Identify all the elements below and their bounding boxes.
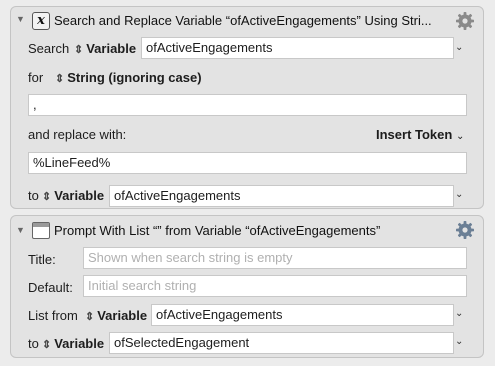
prompt-with-list-action: ▼ Prompt With List “” from Variable “ofA… — [10, 215, 484, 358]
chevron-down-icon: ⌄ — [455, 131, 465, 142]
updown-icon: ⇕ — [74, 44, 84, 56]
for-label: for — [28, 70, 44, 85]
title-label: Title: — [28, 252, 56, 267]
search-replace-action: ▼ x Search and Replace Variable “ofActiv… — [10, 6, 484, 209]
to-variable-field[interactable]: ofSelectedEngagement — [109, 332, 454, 354]
title-field[interactable]: Shown when search string is empty — [83, 247, 467, 269]
list-from-label: List from — [28, 308, 78, 323]
to-variable-field[interactable]: ofActiveEngagements — [109, 185, 454, 207]
search-label: Search — [28, 41, 70, 56]
to-type-popup[interactable]: ⇕ Variable — [42, 336, 104, 351]
default-label: Default: — [28, 280, 73, 295]
gear-icon[interactable] — [455, 11, 475, 31]
insert-token-menu[interactable]: Insert Token ⌄ — [376, 127, 464, 142]
default-field[interactable]: Initial search string — [83, 275, 467, 297]
chevron-down-icon[interactable]: ⌄ — [455, 42, 463, 53]
to-type-label: Variable — [54, 336, 105, 351]
for-mode-popup[interactable]: ⇕ String (ignoring case) — [55, 70, 202, 85]
search-string-field[interactable]: , — [28, 94, 467, 116]
window-icon — [32, 222, 50, 239]
disclosure-triangle-icon[interactable]: ▼ — [16, 14, 25, 24]
to-type-label: Variable — [54, 188, 105, 203]
list-from-variable-field[interactable]: ofActiveEngagements — [151, 304, 454, 326]
search-type-label: Variable — [86, 41, 137, 56]
gear-icon[interactable] — [455, 220, 475, 240]
updown-icon: ⇕ — [42, 339, 52, 351]
disclosure-triangle-icon[interactable]: ▼ — [16, 225, 25, 235]
search-variable-field[interactable]: ofActiveEngagements — [141, 37, 454, 59]
chevron-down-icon[interactable]: ⌄ — [455, 336, 463, 347]
action-title: Search and Replace Variable “ofActiveEng… — [54, 13, 432, 28]
to-type-popup[interactable]: ⇕ Variable — [42, 188, 104, 203]
to-label: to — [28, 336, 39, 351]
to-label: to — [28, 188, 39, 203]
insert-token-label: Insert Token — [376, 127, 453, 142]
updown-icon: ⇕ — [55, 73, 65, 85]
list-from-type-popup[interactable]: ⇕ Variable — [85, 308, 147, 323]
chevron-down-icon[interactable]: ⌄ — [455, 189, 463, 200]
search-type-popup[interactable]: ⇕ Variable — [74, 41, 136, 56]
updown-icon: ⇕ — [85, 311, 95, 323]
action-title: Prompt With List “” from Variable “ofAct… — [54, 223, 381, 238]
for-mode-label: String (ignoring case) — [67, 70, 202, 85]
updown-icon: ⇕ — [42, 191, 52, 203]
chevron-down-icon[interactable]: ⌄ — [455, 308, 463, 319]
replace-value-field[interactable]: %LineFeed% — [28, 152, 467, 174]
replace-label: and replace with: — [28, 127, 127, 142]
variable-x-icon: x — [32, 12, 50, 30]
list-from-type-label: Variable — [97, 308, 148, 323]
